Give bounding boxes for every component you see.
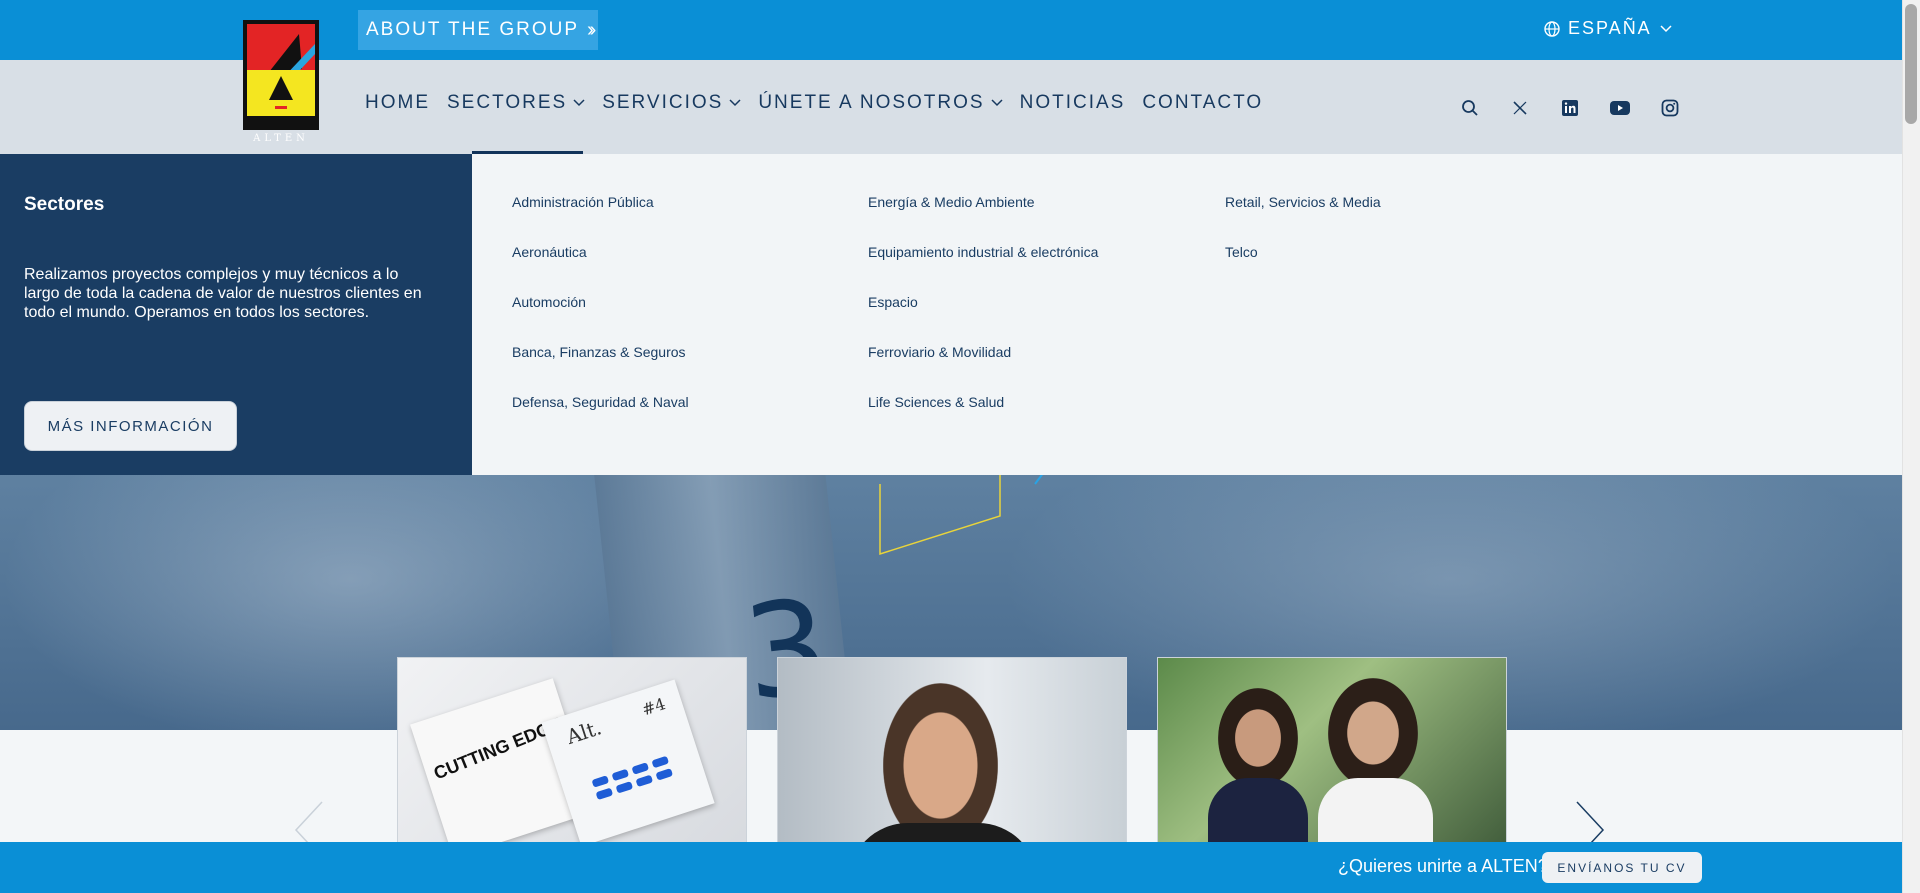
sector-link[interactable]: Life Sciences & Salud — [868, 394, 1098, 444]
youtube-icon[interactable] — [1595, 96, 1645, 120]
country-label: ESPAÑA — [1568, 18, 1652, 38]
nav-label: SERVICIOS — [602, 92, 724, 113]
header-icons — [1445, 96, 1695, 120]
nav-item-unete[interactable]: ÚNETE A NOSOTROS — [758, 92, 1003, 114]
sector-link[interactable]: Espacio — [868, 294, 1098, 344]
hero-decoration-lines — [879, 464, 1051, 556]
sector-link[interactable]: Ferroviario & Movilidad — [868, 344, 1098, 394]
nav-item-sectores[interactable]: SECTORES — [447, 92, 585, 114]
sector-link[interactable]: Banca, Finanzas & Seguros — [512, 344, 689, 394]
sector-link[interactable]: Telco — [1225, 244, 1381, 294]
page-scrollbar[interactable] — [1902, 0, 1920, 893]
nav-label: ÚNETE A NOSOTROS — [758, 92, 985, 113]
sector-column: Retail, Servicios & Media Telco — [1225, 194, 1381, 294]
nav-item-servicios[interactable]: SERVICIOS — [602, 92, 741, 114]
dropdown-links-panel: Administración Pública Aeronáutica Autom… — [472, 154, 1902, 475]
scrollbar-thumb[interactable] — [1905, 4, 1917, 124]
nav-menu: HOME SECTORES SERVICIOS ÚNETE A NOSOTROS… — [365, 92, 1280, 114]
chevron-down-icon — [573, 99, 585, 107]
sector-column: Administración Pública Aeronáutica Autom… — [512, 194, 689, 444]
magazine-graphic — [591, 755, 674, 801]
nav-label: SECTORES — [447, 92, 568, 113]
nav-label: NOTICIAS — [1019, 92, 1126, 113]
globe-icon — [1544, 20, 1560, 37]
person-photo — [883, 683, 998, 833]
x-twitter-icon[interactable] — [1495, 96, 1545, 120]
news-card-person[interactable] — [777, 657, 1127, 857]
mas-informacion-button[interactable]: MÁS INFORMACIÓN — [24, 401, 237, 451]
send-cv-button[interactable]: ENVÍANOS TU CV — [1542, 852, 1702, 883]
chevron-down-icon — [729, 99, 741, 107]
join-text: ¿Quieres unirte a ALTEN? — [1338, 856, 1548, 876]
news-card-team[interactable] — [1157, 657, 1507, 857]
nav-item-noticias[interactable]: NOTICIAS — [1020, 92, 1126, 114]
sector-link[interactable]: Aeronáutica — [512, 244, 689, 294]
magazine-issue: #4 — [639, 694, 668, 720]
dropdown-intro-panel: Sectores Realizamos proyectos complejos … — [0, 154, 472, 475]
logo-wordmark: ALTEN — [253, 133, 309, 144]
sector-link[interactable]: Administración Pública — [512, 194, 689, 244]
sector-link[interactable]: Retail, Servicios & Media — [1225, 194, 1381, 244]
person-photo — [1218, 688, 1298, 788]
about-the-group-button[interactable]: ABOUT THE GROUP ›› — [358, 10, 598, 50]
nav-item-home[interactable]: HOME — [365, 92, 430, 114]
magazine-title: Alt. — [563, 715, 605, 749]
news-card-magazine[interactable]: CUTTING EDGE Alt. #4 — [397, 657, 747, 857]
magazine-spread-right: Alt. #4 — [541, 679, 715, 847]
sector-link[interactable]: Automoción — [512, 294, 689, 344]
linkedin-icon[interactable] — [1545, 96, 1595, 120]
chevron-down-icon — [1660, 24, 1672, 32]
alten-logo[interactable]: ALTEN — [243, 20, 319, 144]
chevron-down-icon — [991, 99, 1003, 107]
about-label: ABOUT THE GROUP — [366, 19, 579, 40]
dropdown-description: Realizamos proyectos complejos y muy téc… — [24, 266, 422, 321]
dropdown-title: Sectores — [24, 194, 105, 215]
nav-label: CONTACTO — [1142, 92, 1264, 113]
sector-link[interactable]: Equipamiento industrial & electrónica — [868, 244, 1098, 294]
nav-item-contacto[interactable]: CONTACTO — [1142, 92, 1263, 114]
sector-link[interactable]: Energía & Medio Ambiente — [868, 194, 1098, 244]
logo-yellow-field — [247, 70, 315, 116]
active-nav-underline — [472, 151, 583, 154]
search-icon[interactable] — [1445, 96, 1495, 120]
country-selector[interactable]: ESPAÑA — [1544, 18, 1672, 39]
double-chevron-right-icon: ›› — [587, 18, 597, 41]
sector-column: Energía & Medio Ambiente Equipamiento in… — [868, 194, 1098, 444]
nav-label: HOME — [365, 92, 430, 113]
person-photo — [1328, 678, 1418, 788]
instagram-icon[interactable] — [1645, 96, 1695, 120]
sector-link[interactable]: Defensa, Seguridad & Naval — [512, 394, 689, 444]
